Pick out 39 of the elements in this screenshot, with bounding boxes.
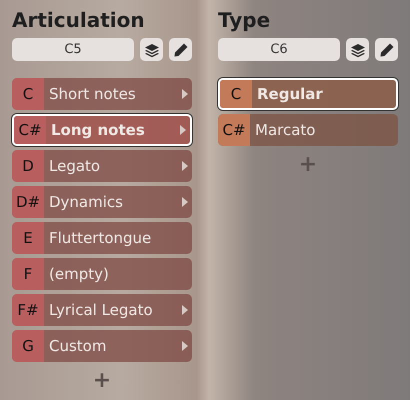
list-item[interactable]: F# Lyrical Legato [12, 294, 192, 326]
add-button[interactable]: + [92, 370, 112, 392]
note-key: C# [218, 114, 250, 146]
item-label: Custom [48, 337, 108, 355]
note-key: F# [12, 294, 44, 326]
note-key: F [12, 258, 44, 290]
list-item[interactable]: C Regular [218, 78, 398, 110]
item-label: Marcato [254, 121, 316, 139]
item-label: Regular [256, 85, 324, 103]
item-label: Legato [48, 157, 102, 175]
list-item[interactable]: D Legato [12, 150, 192, 182]
pencil-icon[interactable] [375, 38, 398, 61]
note-key: G [12, 330, 44, 362]
column-title: Type [218, 7, 272, 33]
column-title: Articulation [12, 7, 146, 33]
list-item[interactable]: F (empty) [12, 258, 192, 290]
layers-icon[interactable] [140, 38, 163, 61]
list-item[interactable]: G Custom [12, 330, 192, 362]
item-label: Long notes [50, 121, 146, 139]
list-item[interactable]: C Short notes [12, 78, 192, 110]
note-key: C [12, 78, 44, 110]
item-label: Lyrical Legato [48, 301, 154, 319]
list-item[interactable]: C# Long notes [12, 114, 192, 146]
list-item[interactable]: E Fluttertongue [12, 222, 192, 254]
note-field[interactable]: C6 [218, 38, 340, 61]
item-label: Fluttertongue [48, 229, 152, 247]
pencil-icon[interactable] [169, 38, 192, 61]
list-item[interactable]: C# Marcato [218, 114, 398, 146]
item-label: (empty) [48, 265, 110, 283]
note-key: C# [14, 116, 46, 144]
note-key: D# [12, 186, 44, 218]
note-key: D [12, 150, 44, 182]
layers-icon[interactable] [346, 38, 369, 61]
item-label: Short notes [48, 85, 137, 103]
list-item[interactable]: D# Dynamics [12, 186, 192, 218]
note-key: C [220, 80, 252, 108]
note-field[interactable]: C5 [12, 38, 134, 61]
note-key: E [12, 222, 44, 254]
item-label: Dynamics [48, 193, 124, 211]
